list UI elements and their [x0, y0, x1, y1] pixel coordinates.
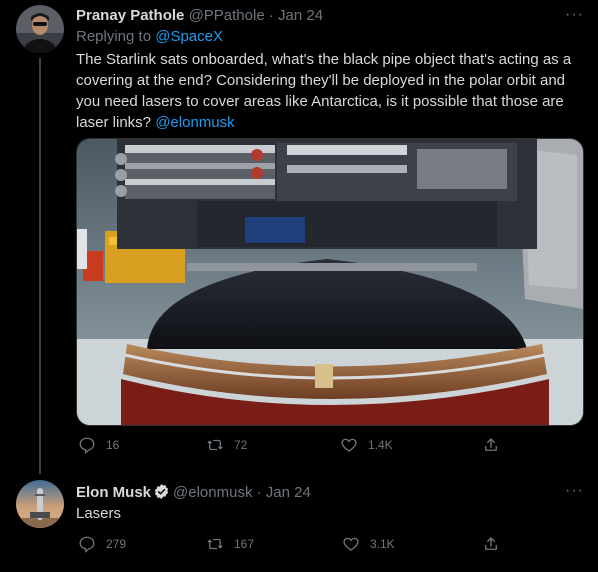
avatar-pranay[interactable]: [16, 5, 64, 53]
avatar-elon[interactable]: [16, 480, 64, 528]
retweet-count: 72: [234, 438, 248, 452]
like-icon: [341, 438, 357, 452]
reply-action[interactable]: 16: [78, 436, 119, 454]
like-icon: [343, 537, 359, 551]
retweet-icon: [207, 538, 223, 550]
like-count: 1.4K: [368, 438, 393, 452]
reply-action[interactable]: 279: [78, 535, 126, 553]
author-handle[interactable]: @PPathole: [189, 7, 265, 24]
tweet1-text: The Starlink sats onboarded, what's the …: [76, 49, 586, 133]
reply-icon: [79, 437, 95, 454]
tweet-date[interactable]: Jan 24: [266, 484, 311, 501]
retweet-icon: [207, 439, 223, 451]
more-icon[interactable]: ···: [565, 483, 584, 499]
tweet2-header: Elon Musk @elonmusk · Jan 24: [76, 483, 311, 501]
more-icon[interactable]: ···: [565, 7, 584, 23]
share-icon: [485, 537, 497, 550]
author-handle[interactable]: @elonmusk: [173, 484, 252, 501]
reply-count: 279: [106, 537, 127, 551]
retweet-count: 167: [234, 537, 255, 551]
tweet2-text: Lasers: [76, 505, 122, 522]
reply-count: 16: [106, 438, 120, 452]
separator-dot: ·: [256, 484, 262, 501]
retweet-action[interactable]: 72: [206, 436, 247, 454]
tweet-media-image[interactable]: [76, 138, 584, 426]
thread-connector-line: [39, 58, 41, 474]
replying-to-prefix: Replying to: [76, 28, 152, 45]
tweet-date[interactable]: Jan 24: [278, 7, 323, 24]
like-action[interactable]: 3.1K: [342, 535, 395, 553]
share-action[interactable]: [482, 535, 500, 553]
like-action[interactable]: 1.4K: [340, 436, 393, 454]
reply-icon: [79, 536, 95, 553]
retweet-action[interactable]: 167: [206, 535, 254, 553]
share-icon: [485, 438, 497, 451]
author-name[interactable]: Pranay Pathole: [76, 7, 184, 24]
verified-badge-icon: [154, 484, 169, 499]
mention-link[interactable]: @elonmusk: [155, 114, 234, 131]
share-action[interactable]: [482, 436, 500, 454]
replying-to-mention[interactable]: @SpaceX: [155, 28, 223, 45]
separator-dot: ·: [268, 7, 274, 24]
like-count: 3.1K: [370, 537, 395, 551]
author-name[interactable]: Elon Musk: [76, 484, 151, 501]
tweet1-text-body: The Starlink sats onboarded, what's the …: [76, 51, 572, 131]
tweet1-header: Pranay Pathole @PPathole · Jan 24: [76, 7, 323, 24]
replying-to-line: Replying to @SpaceX: [76, 28, 223, 45]
